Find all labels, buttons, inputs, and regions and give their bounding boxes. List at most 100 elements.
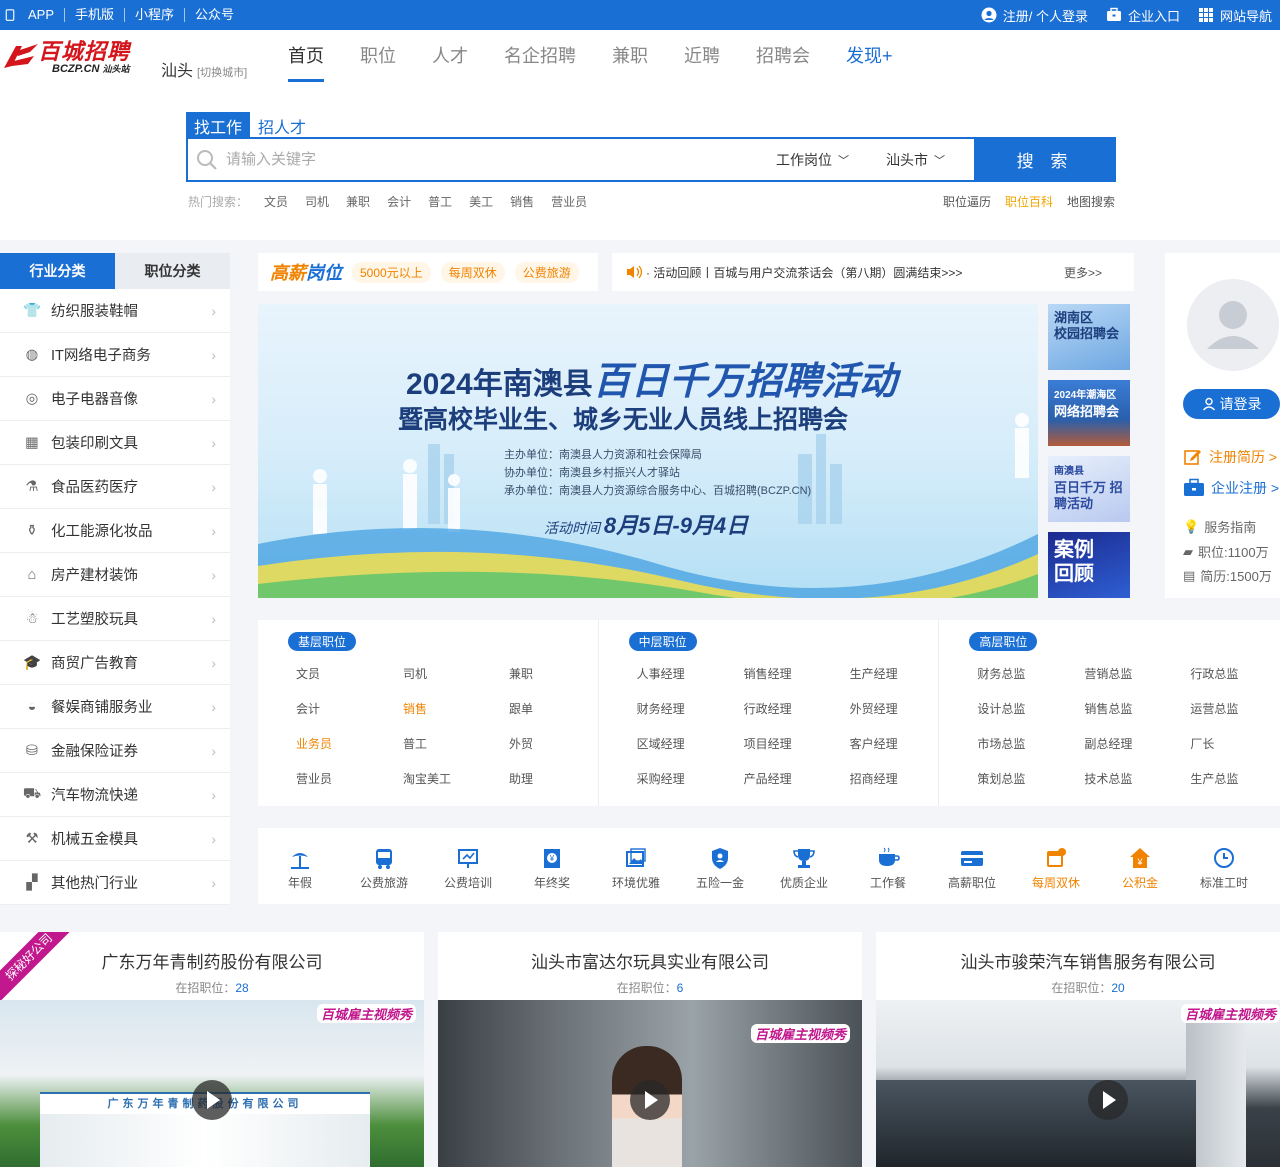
hot-word[interactable]: 销售 [510, 193, 534, 210]
position-link[interactable]: 营销总监 [1084, 665, 1132, 682]
position-link[interactable]: 厂长 [1190, 735, 1214, 752]
high-pay-chip[interactable]: 公费旅游 [514, 261, 579, 283]
position-link[interactable]: 市场总监 [977, 735, 1025, 752]
category-item[interactable]: ▦ 包装印刷文具 › [0, 421, 230, 465]
high-pay-strip[interactable]: 高薪岗位 5000元以上 每周双休 公费旅游 [258, 253, 598, 291]
position-link[interactable]: 产品经理 [744, 770, 792, 787]
search-input[interactable] [226, 139, 766, 180]
search-button[interactable]: 搜 索 [974, 137, 1116, 182]
position-link[interactable]: 业务员 [296, 735, 332, 752]
hot-word[interactable]: 会计 [387, 193, 411, 210]
top-link-app[interactable]: APP [18, 8, 66, 22]
position-link[interactable]: 营业员 [296, 770, 332, 787]
position-link[interactable]: 销售经理 [744, 665, 792, 682]
position-link[interactable]: 外贸 [509, 735, 533, 752]
high-pay-chip[interactable]: 每周双休 [440, 261, 505, 283]
hot-word[interactable]: 美工 [469, 193, 493, 210]
position-link[interactable]: 生产经理 [850, 665, 898, 682]
category-item[interactable]: ☃ 工艺塑胶玩具 › [0, 597, 230, 641]
position-link[interactable]: 跟单 [509, 700, 533, 717]
job-type-select[interactable]: 工作岗位 ﹀ [776, 150, 876, 170]
thumb-campus-fair[interactable]: 湖南区 校园招聘会 [1048, 304, 1130, 370]
hot-word[interactable]: 司机 [305, 193, 329, 210]
hot-word[interactable]: 文员 [264, 193, 288, 210]
position-link[interactable]: 设计总监 [977, 700, 1025, 717]
top-link-official-account[interactable]: 公众号 [185, 8, 244, 22]
position-link[interactable]: 区域经理 [637, 735, 685, 752]
category-item[interactable]: ◎ 电子电器音像 › [0, 377, 230, 421]
company-card[interactable]: 探秘好公司 广东万年青制药股份有限公司 在招职位：28 广东万年青制药股份有限公… [0, 932, 424, 1167]
tab-industry[interactable]: 行业分类 [0, 253, 115, 289]
switch-city-link[interactable]: [切换城市] [197, 67, 247, 79]
welfare-item[interactable]: 每周双休 [1014, 828, 1098, 904]
welfare-item[interactable]: 工作餐 [846, 828, 930, 904]
register-company-link[interactable]: 企业注册 > [1183, 478, 1279, 498]
play-icon[interactable] [1088, 1080, 1128, 1120]
position-link[interactable]: 财务经理 [637, 700, 685, 717]
top-link-mobile[interactable]: 手机版 [65, 8, 126, 22]
category-item[interactable]: ⚒ 机械五金模具 › [0, 817, 230, 861]
category-item[interactable]: ◒ 餐娱商铺服务业 › [0, 685, 230, 729]
welfare-item[interactable]: 年假 [258, 828, 342, 904]
job-history-link[interactable]: 职位逼历 [943, 193, 991, 210]
position-link[interactable]: 普工 [403, 735, 427, 752]
welfare-item[interactable]: 标准工时 [1182, 828, 1266, 904]
position-link[interactable]: 文员 [296, 665, 320, 682]
welfare-item[interactable]: 高薪职位 [930, 828, 1014, 904]
welfare-item[interactable]: 公费培训 [426, 828, 510, 904]
job-encyclopedia-link[interactable]: 职位百科 [1005, 193, 1053, 210]
company-name[interactable]: 汕头市富达尔玩具实业有限公司 [438, 948, 862, 973]
company-card[interactable]: 汕头市骏荣汽车销售服务有限公司 在招职位：20 百城雇主视频秀 [876, 932, 1280, 1167]
welfare-item[interactable]: 优质企业 [762, 828, 846, 904]
tab-position[interactable]: 职位分类 [115, 253, 230, 289]
nav-jobs[interactable]: 职位 [342, 30, 414, 82]
hot-word[interactable]: 兼职 [346, 193, 370, 210]
category-item[interactable]: ⌂ 房产建材装饰 › [0, 553, 230, 597]
position-link[interactable]: 外贸经理 [850, 700, 898, 717]
position-link[interactable]: 人事经理 [637, 665, 685, 682]
category-item[interactable]: ⚱ 化工能源化妆品 › [0, 509, 230, 553]
play-icon[interactable] [192, 1080, 232, 1120]
category-item[interactable]: ▞ 其他热门行业 › [0, 861, 230, 905]
nav-discover[interactable]: 发现+ [828, 30, 911, 82]
position-link[interactable]: 财务总监 [977, 665, 1025, 682]
position-link[interactable]: 行政总监 [1190, 665, 1238, 682]
register-login-link[interactable]: 注册/ 个人登录 [981, 6, 1088, 25]
nav-talent[interactable]: 人才 [414, 30, 486, 82]
thumb-online-fair[interactable]: 2024年潮海区 网络招聘会 [1048, 380, 1130, 446]
hot-word[interactable]: 普工 [428, 193, 452, 210]
welfare-item[interactable]: ¥ 年终奖 [510, 828, 594, 904]
nav-job-fair[interactable]: 招聘会 [738, 30, 828, 82]
position-link[interactable]: 生产总监 [1190, 770, 1238, 787]
nav-famous-companies[interactable]: 名企招聘 [486, 30, 594, 82]
position-link[interactable]: 采购经理 [637, 770, 685, 787]
login-button[interactable]: 请登录 [1183, 389, 1280, 419]
position-link[interactable]: 副总经理 [1084, 735, 1132, 752]
position-link[interactable]: 策划总监 [977, 770, 1025, 787]
city-select[interactable]: 汕头市 ﹀ [886, 150, 966, 170]
category-item[interactable]: 👕 纺织服装鞋帽 › [0, 289, 230, 333]
position-link[interactable]: 客户经理 [850, 735, 898, 752]
company-video[interactable]: 百城雇主视频秀 [876, 1000, 1280, 1167]
position-link[interactable]: 招商经理 [850, 770, 898, 787]
register-resume-link[interactable]: 注册简历 > [1183, 447, 1277, 467]
site-nav-link[interactable]: 网站导航 [1198, 6, 1272, 25]
top-link-miniprogram[interactable]: 小程序 [125, 8, 186, 22]
hot-word[interactable]: 营业员 [551, 193, 587, 210]
nav-parttime[interactable]: 兼职 [594, 30, 666, 82]
high-pay-chip[interactable]: 5000元以上 [352, 261, 431, 283]
company-card[interactable]: 汕头市富达尔玩具实业有限公司 在招职位：6 百城雇主视频秀 [438, 932, 862, 1167]
position-link[interactable]: 兼职 [509, 665, 533, 682]
position-link[interactable]: 销售 [403, 700, 427, 717]
position-link[interactable]: 司机 [403, 665, 427, 682]
position-link[interactable]: 行政经理 [744, 700, 792, 717]
position-link[interactable]: 助理 [509, 770, 533, 787]
welfare-item[interactable]: 公费旅游 [342, 828, 426, 904]
position-link[interactable]: 会计 [296, 700, 320, 717]
welfare-item[interactable]: 环境优雅 [594, 828, 678, 904]
category-item[interactable]: ⚗ 食品医药医疗 › [0, 465, 230, 509]
position-link[interactable]: 销售总监 [1084, 700, 1132, 717]
position-link[interactable]: 淘宝美工 [403, 770, 451, 787]
main-banner[interactable]: 2024年南澳县百日千万招聘活动 暨高校毕业生、城乡无业人员线上招聘会 主办单位… [258, 304, 1038, 598]
play-icon[interactable] [630, 1080, 670, 1120]
